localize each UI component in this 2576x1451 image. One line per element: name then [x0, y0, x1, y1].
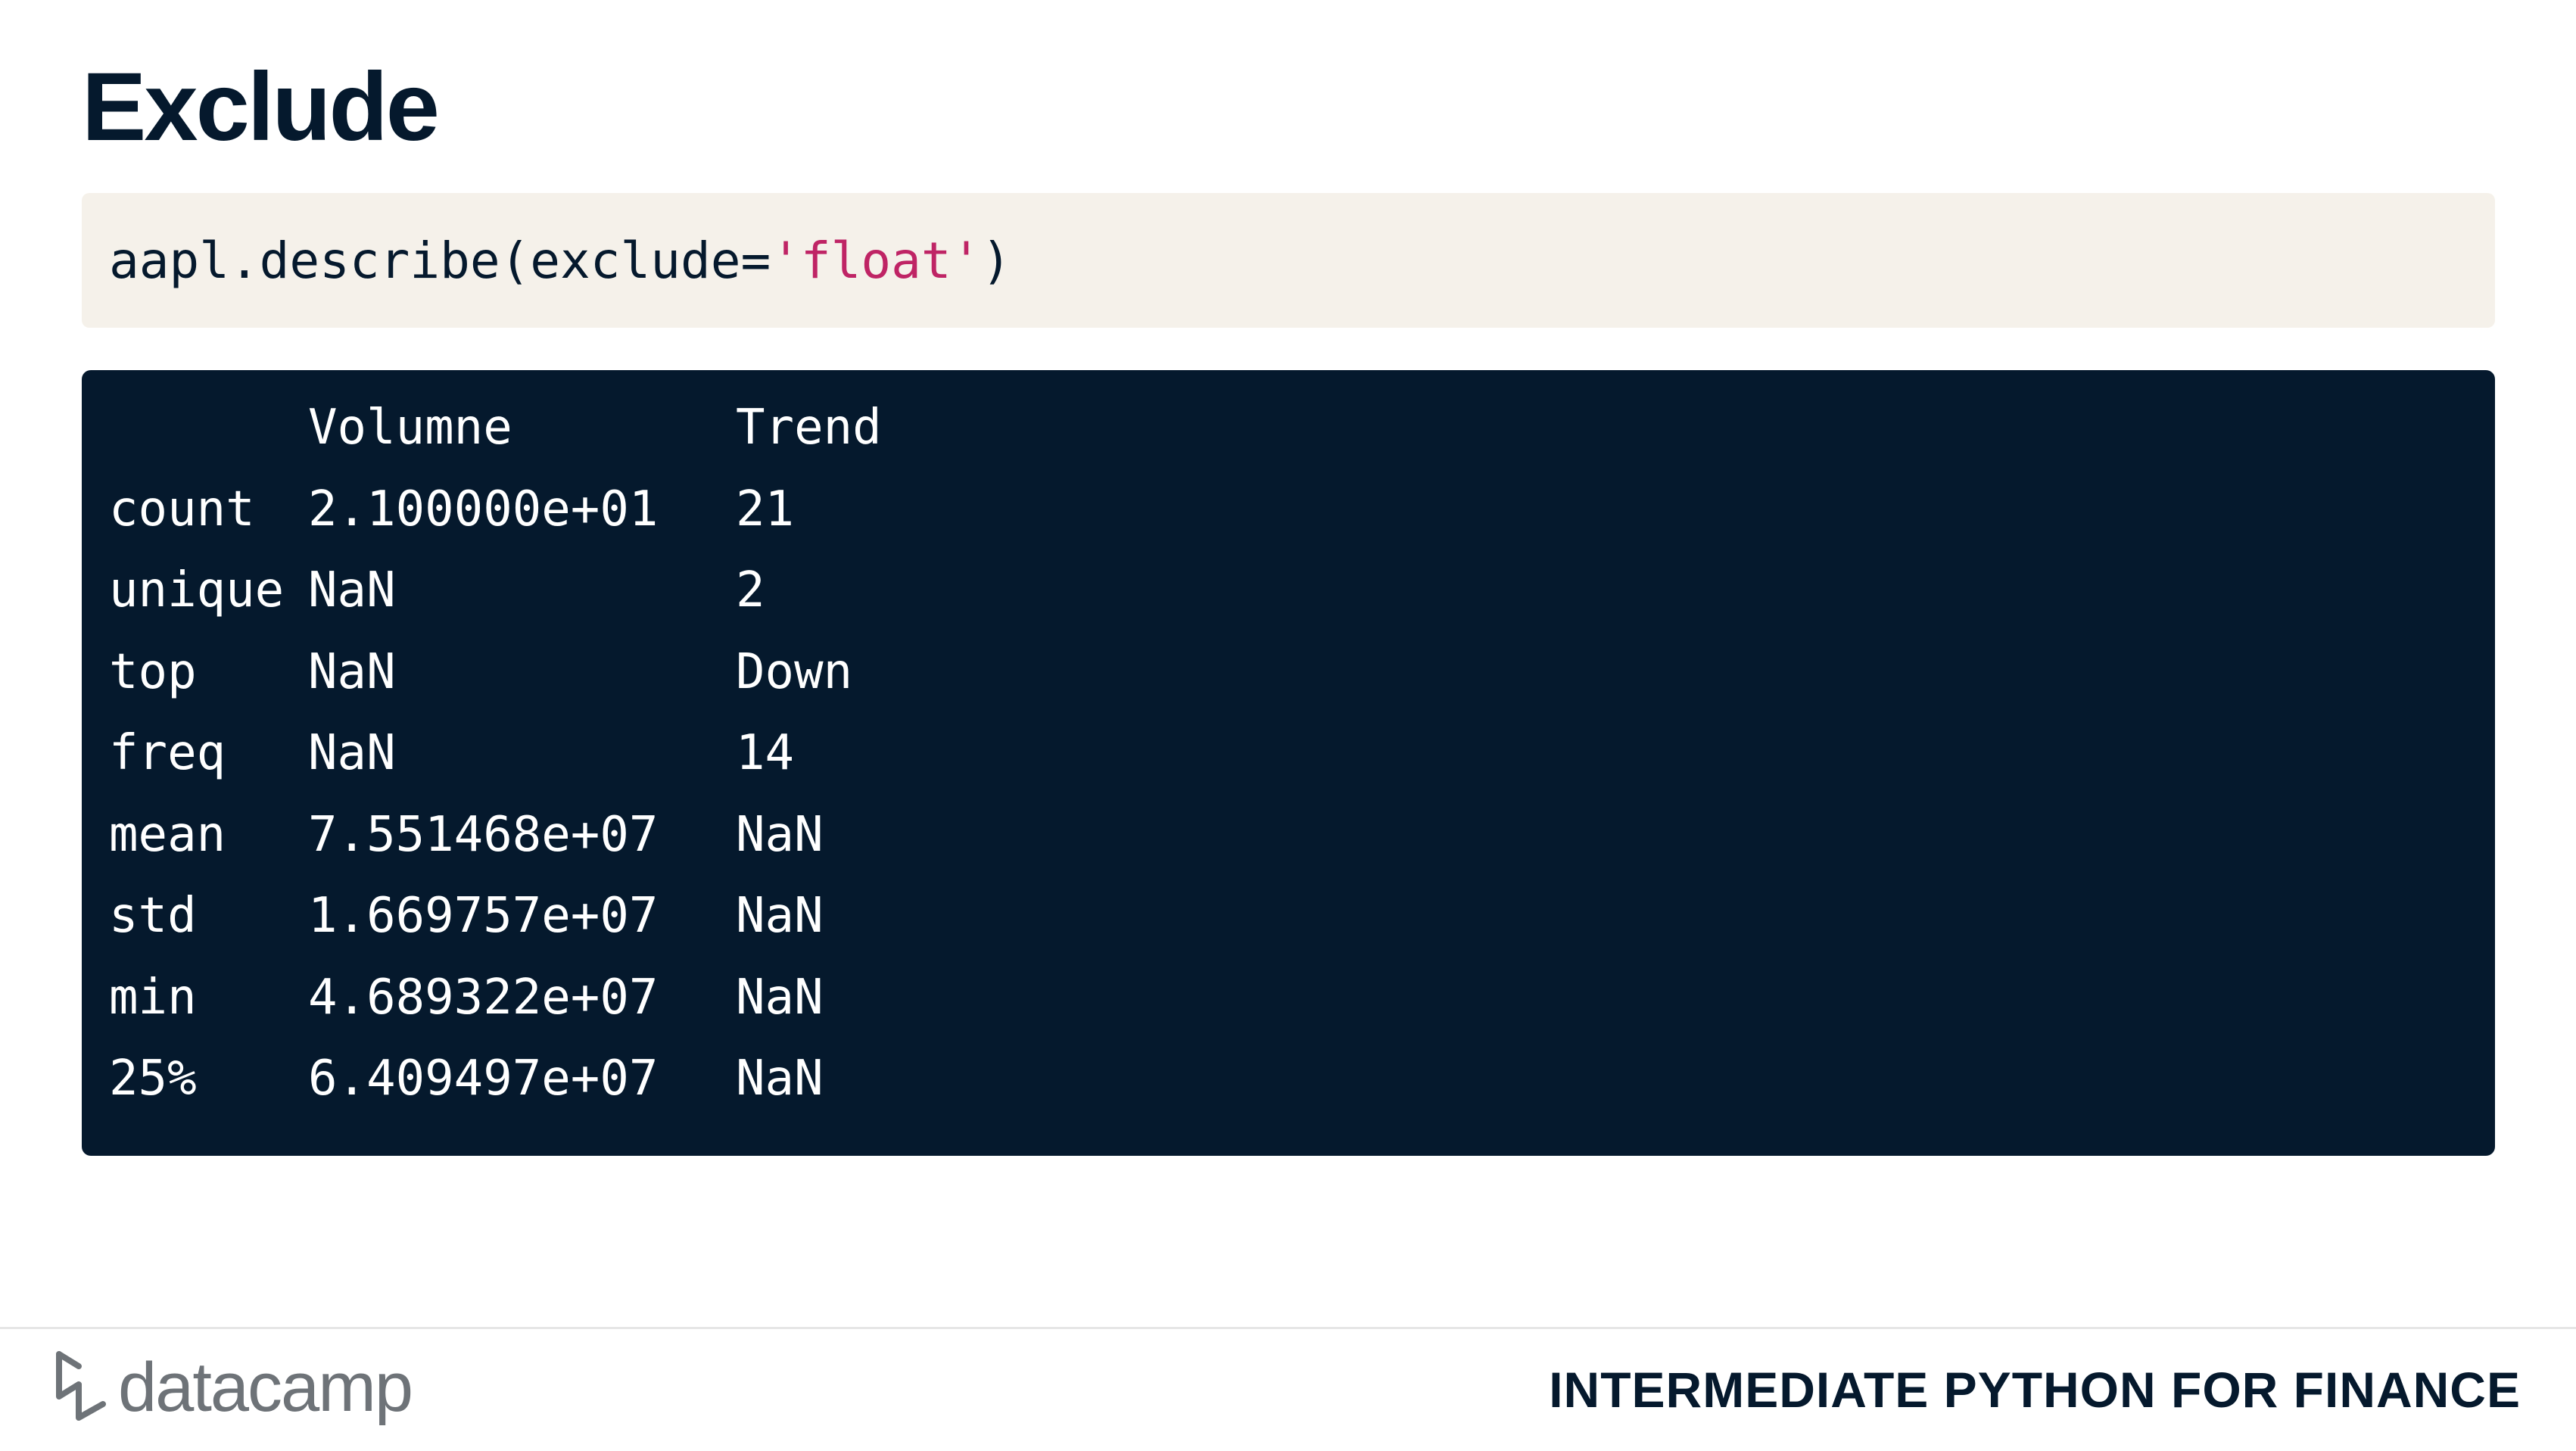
datacamp-logo-icon [53, 1350, 107, 1426]
output-header-row: Volumne Trend [109, 403, 2495, 485]
output-row-label: top [109, 643, 197, 700]
logo-wordmark: datacamp [118, 1348, 413, 1426]
output-cell-volumne: 7.551468e+07 [308, 806, 659, 863]
output-cell-trend: Down [736, 643, 853, 700]
code-suffix: ) [981, 231, 1012, 290]
output-row: freq NaN 14 [109, 729, 2495, 811]
output-cell-volumne: 1.669757e+07 [308, 888, 659, 944]
output-row-label: min [109, 969, 197, 1026]
output-cell-trend: 2 [736, 562, 765, 618]
output-header-index [109, 403, 308, 485]
output-row: count 2.100000e+01 21 [109, 485, 2495, 567]
output-cell-volumne: 2.100000e+01 [308, 481, 659, 537]
output-row: std 1.669757e+07 NaN [109, 892, 2495, 973]
output-row-label: std [109, 888, 197, 944]
code-input-block: aapl.describe(exclude='float') [82, 193, 2495, 328]
output-cell-volumne: NaN [308, 562, 396, 618]
output-row-label: 25% [109, 1051, 197, 1107]
output-row: min 4.689322e+07 NaN [109, 973, 2495, 1055]
code-string-literal: 'float' [771, 231, 982, 290]
output-row-label: mean [109, 806, 226, 863]
footer-divider [0, 1327, 2576, 1329]
output-cell-trend: NaN [736, 888, 824, 944]
output-cell-volumne: 6.409497e+07 [308, 1051, 659, 1107]
code-output-block: Volumne Trend count 2.100000e+01 21 uniq… [82, 370, 2495, 1156]
output-cell-trend: NaN [736, 969, 824, 1026]
output-row: 25% 6.409497e+07 NaN [109, 1054, 2495, 1136]
output-row-label: unique [109, 562, 285, 618]
output-header-trend: Trend [736, 400, 882, 456]
slide-title: Exclude [82, 53, 440, 161]
output-cell-volumne: 4.689322e+07 [308, 969, 659, 1026]
output-row-label: freq [109, 725, 226, 781]
output-cell-volumne: NaN [308, 643, 396, 700]
output-row: unique NaN 2 [109, 566, 2495, 648]
code-prefix: aapl.describe(exclude= [109, 231, 771, 290]
datacamp-logo: datacamp [53, 1348, 413, 1426]
course-title: INTERMEDIATE PYTHON FOR FINANCE [1549, 1362, 2521, 1418]
output-row-label: count [109, 481, 255, 537]
output-row: top NaN Down [109, 648, 2495, 730]
output-cell-trend: 14 [736, 725, 795, 781]
output-header-volumne: Volumne [308, 400, 512, 456]
output-cell-trend: NaN [736, 1051, 824, 1107]
output-cell-volumne: NaN [308, 725, 396, 781]
output-cell-trend: 21 [736, 481, 795, 537]
output-row: mean 7.551468e+07 NaN [109, 811, 2495, 892]
output-cell-trend: NaN [736, 806, 824, 863]
